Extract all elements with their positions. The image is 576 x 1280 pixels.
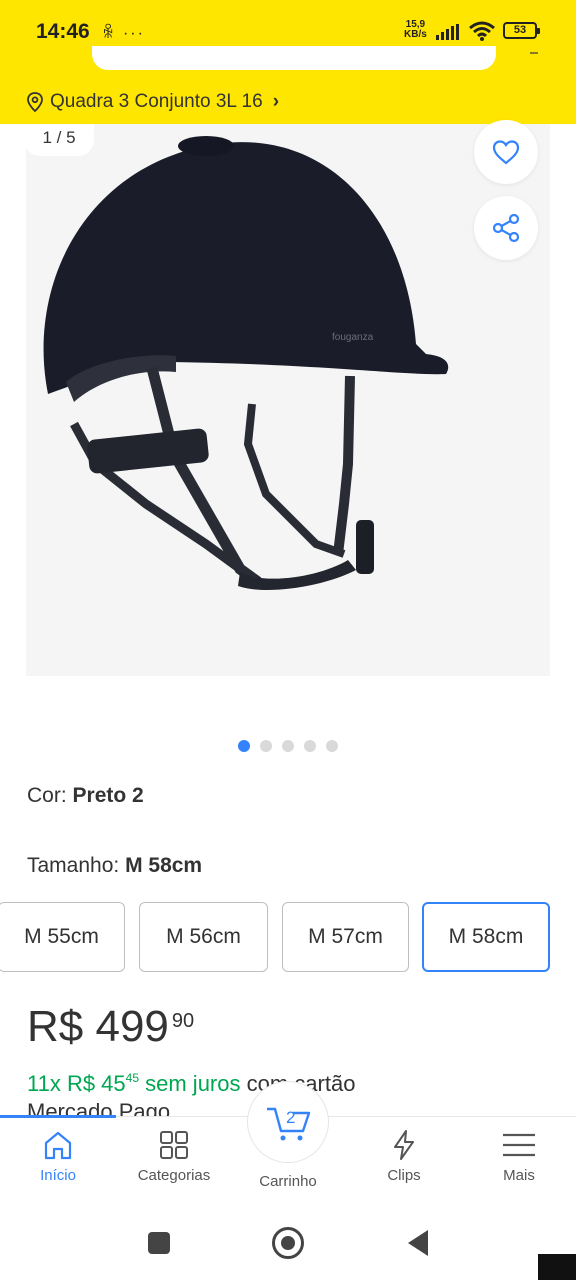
battery-indicator: 53 bbox=[503, 22, 540, 39]
nav-label-mais: Mais bbox=[503, 1167, 535, 1184]
size-label: Tamanho: bbox=[27, 854, 126, 877]
status-time: 14:46 bbox=[36, 20, 90, 43]
product-image[interactable]: fouganza bbox=[26, 124, 550, 676]
share-icon bbox=[492, 213, 520, 243]
size-value: M 58cm bbox=[125, 854, 203, 877]
pagination-dot[interactable] bbox=[326, 740, 338, 752]
search-bar[interactable] bbox=[92, 46, 496, 70]
address-text: Quadra 3 Conjunto 3L 16 bbox=[50, 91, 263, 112]
image-counter: 1 / 5 bbox=[24, 124, 94, 156]
bolt-icon bbox=[394, 1130, 414, 1160]
nav-item-categorias[interactable]: Categorias bbox=[116, 1129, 232, 1184]
home-icon bbox=[44, 1131, 72, 1160]
system-navigation-bar bbox=[0, 1206, 576, 1280]
home-button-icon[interactable] bbox=[272, 1227, 304, 1259]
back-icon[interactable] bbox=[408, 1230, 428, 1256]
cart-count: 2 bbox=[286, 1108, 295, 1127]
app-header: 14:46 ꆜ ··· 15,9 KB/s 53 Quadra 3 Conjun… bbox=[0, 0, 576, 124]
price-main: R$ 499 bbox=[27, 1002, 169, 1051]
color-label: Cor: bbox=[27, 784, 73, 807]
signal-icon bbox=[436, 24, 459, 40]
size-option-56[interactable]: M 56cm bbox=[139, 902, 268, 972]
size-option-57[interactable]: M 57cm bbox=[282, 902, 409, 972]
cart-icon: 2 bbox=[267, 1107, 311, 1141]
pagination-dot[interactable] bbox=[304, 740, 316, 752]
installment-amount: 11x R$ 45 bbox=[27, 1071, 126, 1096]
nav-label-clips: Clips bbox=[387, 1167, 421, 1184]
pagination-dot[interactable] bbox=[260, 740, 272, 752]
active-tab-indicator bbox=[0, 1115, 116, 1118]
pagination-dot[interactable] bbox=[282, 740, 294, 752]
screen-corner bbox=[538, 1254, 576, 1280]
gallery-pagination bbox=[0, 740, 576, 754]
nav-label-inicio: Início bbox=[40, 1167, 76, 1184]
size-option-55[interactable]: M 55cm bbox=[0, 902, 125, 972]
grid-icon bbox=[160, 1131, 188, 1159]
network-speed-unit: KB/s bbox=[404, 29, 427, 40]
product-gallery[interactable]: fouganza 1 / 5 bbox=[0, 120, 576, 716]
heart-icon bbox=[492, 140, 520, 165]
installment-no-interest: sem juros bbox=[139, 1071, 241, 1096]
nav-item-clips[interactable]: Clips bbox=[346, 1129, 462, 1184]
size-option-58[interactable]: M 58cm bbox=[422, 902, 550, 972]
nav-label-categorias: Categorias bbox=[137, 1167, 211, 1184]
share-button[interactable] bbox=[474, 196, 538, 260]
favorite-button[interactable] bbox=[474, 120, 538, 184]
helmet-illustration: fouganza bbox=[43, 136, 449, 591]
nav-item-mais[interactable]: Mais bbox=[461, 1129, 576, 1184]
size-selector: M 55cm M 56cm M 57cm M 58cm bbox=[0, 902, 576, 972]
recents-icon[interactable] bbox=[148, 1232, 170, 1254]
location-pin-icon bbox=[27, 92, 43, 112]
product-price: R$ 499 90 bbox=[27, 1002, 194, 1052]
svg-text:fouganza: fouganza bbox=[332, 332, 374, 343]
color-attribute: Cor: Preto 2 bbox=[27, 784, 144, 808]
color-value: Preto 2 bbox=[72, 784, 144, 807]
installment-cents: 45 bbox=[125, 1071, 140, 1085]
cart-shortcut-icon[interactable] bbox=[530, 52, 538, 54]
chevron-right-icon: › bbox=[272, 91, 280, 112]
size-attribute: Tamanho: M 58cm bbox=[27, 854, 202, 878]
bottom-navigation: Início Categorias 2 Carrinho Clips Mais bbox=[0, 1081, 576, 1206]
delivery-address[interactable]: Quadra 3 Conjunto 3L 16 › bbox=[26, 90, 279, 114]
nav-item-inicio[interactable]: Início bbox=[0, 1129, 116, 1184]
network-speed: 15,9 KB/s bbox=[404, 20, 427, 40]
pagination-dot[interactable] bbox=[238, 740, 250, 752]
nav-item-carrinho[interactable]: 2 bbox=[247, 1081, 329, 1163]
price-cents: 90 bbox=[171, 1010, 195, 1032]
nav-label-carrinho: Carrinho bbox=[259, 1173, 317, 1190]
wifi-icon bbox=[469, 21, 495, 41]
menu-icon bbox=[503, 1133, 535, 1157]
notification-icons: ꆜ ··· bbox=[102, 25, 145, 42]
